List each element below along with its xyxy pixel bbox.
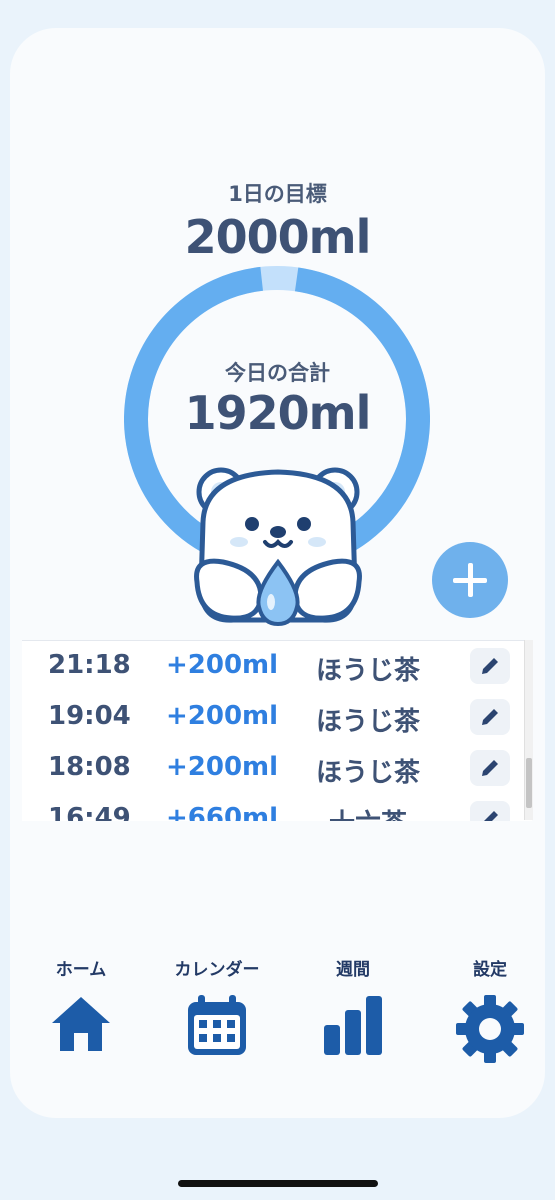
edit-log-button[interactable] bbox=[470, 699, 510, 735]
daily-goal-value: 2000ml bbox=[184, 210, 372, 264]
nav-weekly[interactable]: 週間 bbox=[293, 955, 413, 1061]
nav-weekly-label: 週間 bbox=[336, 960, 370, 980]
log-drink: ほうじ茶 bbox=[315, 656, 420, 686]
edit-log-button[interactable] bbox=[470, 750, 510, 786]
log-amount: +200ml bbox=[166, 701, 279, 731]
log-row: 18:08 +200ml ほうじ茶 bbox=[22, 743, 522, 793]
log-drink: ほうじ茶 bbox=[315, 758, 420, 788]
add-water-button[interactable] bbox=[432, 542, 508, 618]
calendar-icon bbox=[188, 995, 246, 1055]
log-row: 19:04 +200ml ほうじ茶 bbox=[22, 692, 522, 742]
plus-icon-vertical bbox=[468, 563, 473, 597]
log-amount: +200ml bbox=[166, 650, 279, 680]
log-amount: +200ml bbox=[166, 752, 279, 782]
bar-chart-icon bbox=[324, 996, 382, 1055]
pencil-icon bbox=[482, 658, 498, 674]
log-drink: ほうじ茶 bbox=[315, 707, 420, 737]
log-time: 18:08 bbox=[48, 752, 131, 782]
home-icon bbox=[52, 997, 110, 1051]
today-total-value: 1920ml bbox=[184, 386, 372, 440]
log-scrollbar-thumb[interactable] bbox=[526, 758, 532, 808]
log-row: 16:49 +660ml 十六茶 bbox=[22, 794, 522, 821]
nav-calendar[interactable]: カレンダー bbox=[157, 955, 277, 1061]
daily-goal-label: 1日の目標 bbox=[228, 182, 327, 206]
log-amount: +660ml bbox=[166, 803, 279, 821]
nav-calendar-label: カレンダー bbox=[174, 960, 260, 980]
home-indicator bbox=[178, 1180, 378, 1187]
nav-settings[interactable]: 設定 bbox=[430, 955, 550, 1069]
gear-icon bbox=[456, 995, 524, 1063]
intake-log-list[interactable]: 21:18 +200ml ほうじ茶 19:04 +200ml ほうじ茶 18:0… bbox=[22, 640, 532, 821]
log-time: 21:18 bbox=[48, 650, 131, 680]
log-time: 16:49 bbox=[48, 803, 131, 821]
pencil-icon bbox=[482, 709, 498, 725]
log-time: 19:04 bbox=[48, 701, 131, 731]
polar-bear-icon bbox=[194, 467, 362, 627]
log-row: 21:18 +200ml ほうじ茶 bbox=[22, 641, 522, 691]
today-total-label: 今日の合計 bbox=[225, 361, 330, 385]
nav-settings-label: 設定 bbox=[473, 960, 507, 980]
edit-log-button[interactable] bbox=[470, 801, 510, 821]
nav-home-label: ホーム bbox=[55, 960, 107, 980]
log-drink: 十六茶 bbox=[308, 803, 428, 821]
log-scrollbar[interactable] bbox=[524, 640, 533, 820]
pencil-icon bbox=[482, 760, 498, 776]
pencil-icon bbox=[484, 811, 498, 821]
edit-log-button[interactable] bbox=[470, 648, 510, 684]
nav-home[interactable]: ホーム bbox=[21, 955, 141, 1057]
